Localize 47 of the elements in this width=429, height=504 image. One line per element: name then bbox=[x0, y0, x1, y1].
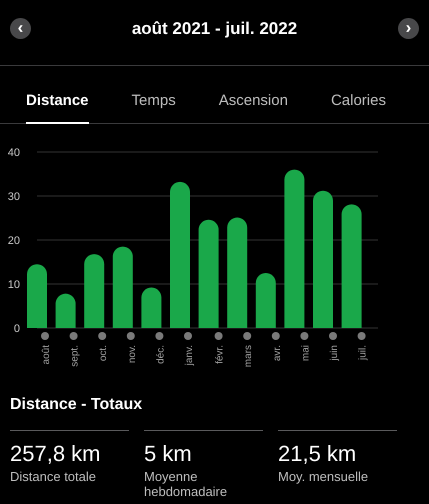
tab[interactable]: Calories bbox=[330, 66, 386, 124]
dot-marker bbox=[155, 332, 164, 340]
dot-marker bbox=[184, 332, 192, 340]
next-button[interactable]: › bbox=[398, 18, 419, 39]
dot-marker bbox=[272, 332, 280, 340]
dot-marker bbox=[358, 332, 366, 340]
stat-value: 21,5 km bbox=[278, 441, 358, 467]
axis-month-label: janv. bbox=[184, 345, 195, 366]
axis-month-label: déc. bbox=[155, 345, 166, 364]
axis-month-label: juin bbox=[329, 345, 340, 361]
dot-marker bbox=[214, 332, 223, 340]
dot-marker bbox=[126, 332, 135, 340]
axis-tick-label: 10 bbox=[8, 279, 20, 291]
dot-marker bbox=[300, 332, 308, 340]
dot-marker bbox=[41, 332, 49, 340]
axis-month-label: mai bbox=[300, 345, 312, 362]
stat-label: Distance totale bbox=[10, 469, 97, 484]
axis-month-label: avr. bbox=[272, 345, 283, 362]
axis-tick-label: 20 bbox=[8, 235, 20, 247]
period-title: août 2021 - juil. 2022 bbox=[132, 19, 298, 39]
previous-button[interactable]: ‹ bbox=[10, 18, 31, 39]
axis-month-label: oct. bbox=[98, 345, 110, 362]
dot-marker bbox=[243, 332, 252, 340]
bar bbox=[141, 288, 162, 328]
axis-month-label: sept. bbox=[70, 345, 81, 367]
axis-month-label: mars bbox=[243, 345, 254, 368]
bar bbox=[27, 264, 47, 328]
bar bbox=[56, 294, 76, 328]
tab[interactable]: Temps bbox=[132, 66, 176, 124]
axis-month-label: févr. bbox=[214, 345, 226, 364]
axis-month-label: juil. bbox=[358, 345, 369, 360]
axis-tick-label: 0 bbox=[14, 323, 20, 335]
bar bbox=[256, 273, 276, 328]
axis-month-label: août bbox=[41, 345, 52, 364]
dot-marker bbox=[98, 332, 106, 340]
tab[interactable]: Distance bbox=[26, 66, 89, 124]
dot-marker bbox=[329, 332, 337, 340]
axis-tick-label: 30 bbox=[8, 191, 20, 203]
stat-value: 257,8 km bbox=[10, 441, 102, 467]
dot-marker bbox=[70, 332, 78, 340]
tab[interactable]: Ascension bbox=[218, 66, 288, 124]
stat-value: 5 km bbox=[144, 441, 193, 467]
axis-month-label: nov. bbox=[126, 345, 138, 364]
stat-label: Moyenne hebdomadaire bbox=[144, 469, 228, 499]
stat-label: Moy. mensuelle bbox=[278, 469, 370, 484]
axis-tick-label: 40 bbox=[8, 147, 20, 159]
section-title: Distance - Totaux bbox=[9, 395, 144, 414]
